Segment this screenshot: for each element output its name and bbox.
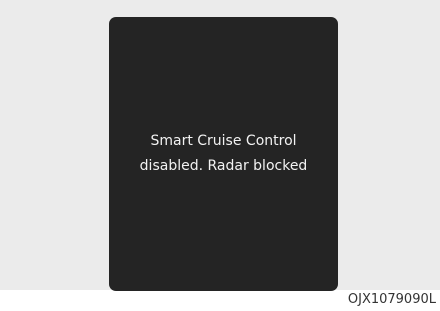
warning-message-line-2: disabled. Radar blocked bbox=[139, 158, 308, 174]
warning-message-line-1: Smart Cruise Control bbox=[150, 133, 297, 149]
cluster-display: Smart Cruise Control disabled. Radar blo… bbox=[109, 17, 338, 291]
figure-code: OJX1079090L bbox=[347, 292, 436, 307]
